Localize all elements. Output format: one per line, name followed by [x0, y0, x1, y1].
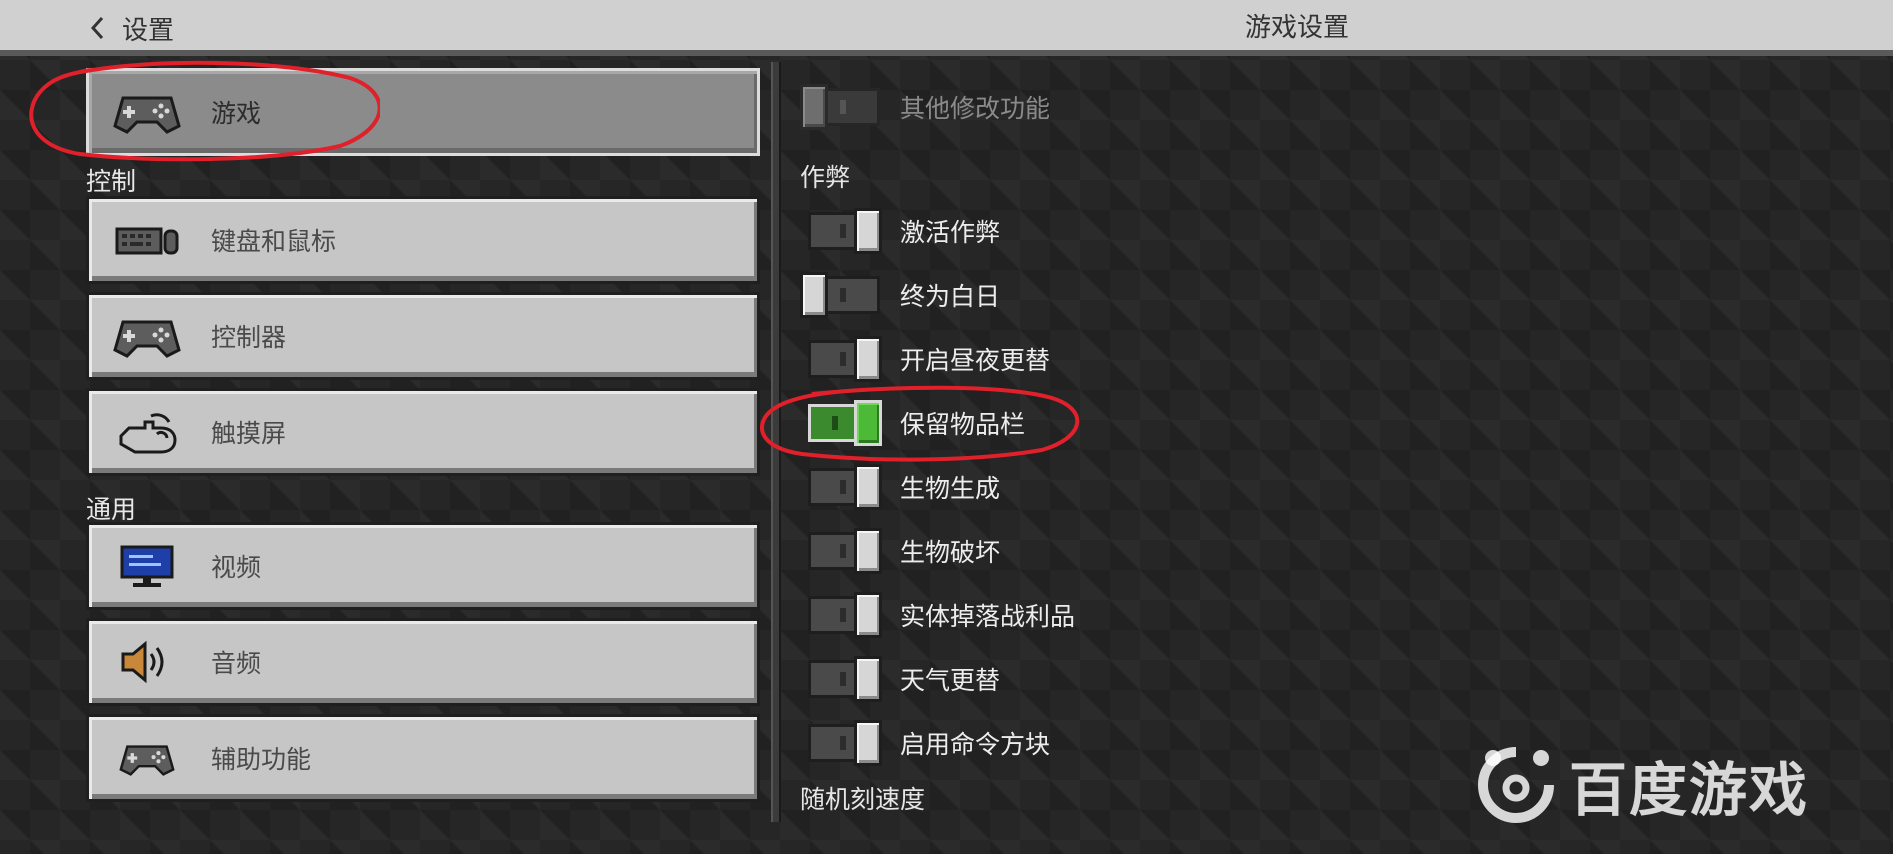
toggle-label: 启用命令方块: [900, 730, 1051, 759]
sidebar-item-touchscreen[interactable]: 触摸屏: [86, 388, 760, 476]
toggle-label: 激活作弊: [900, 218, 1001, 247]
section-title-cheats: 作弊: [800, 163, 851, 192]
sidebar-item-label: 辅助功能: [211, 745, 312, 774]
toggle-switch[interactable]: [800, 528, 882, 574]
toggle-label: 终为白日: [900, 282, 1001, 311]
toggle-row-keep-inventory: 保留物品栏: [800, 398, 1025, 448]
monitor-icon: [107, 536, 187, 596]
toggle-row-command-blocks: 启用命令方块: [800, 718, 1050, 768]
sidebar-item-accessibility[interactable]: 辅助功能: [86, 714, 760, 802]
section-title-random-tick-speed: 随机刻速度: [800, 785, 926, 814]
touch-hand-icon: [107, 402, 187, 462]
top-bar: 设置 游戏设置: [0, 0, 1893, 56]
watermark: 百度游戏: [1475, 740, 1809, 830]
toggle-switch[interactable]: [800, 720, 882, 766]
controller-icon: [107, 728, 187, 788]
back-label: 设置: [122, 15, 175, 46]
toggle-row-always-day: 终为白日: [800, 270, 1000, 320]
sidebar-item-label: 控制器: [211, 323, 287, 352]
watermark-text: 百度游戏: [1569, 756, 1810, 824]
chevron-left-icon: [90, 16, 104, 40]
controller-icon: [107, 82, 187, 142]
toggle-switch[interactable]: [800, 464, 882, 510]
panel-divider: [771, 62, 781, 822]
toggle-row-activate-cheats: 激活作弊: [800, 206, 1000, 256]
sidebar-item-controller[interactable]: 控制器: [86, 292, 760, 380]
toggle-switch[interactable]: [800, 336, 882, 382]
speaker-icon: [107, 632, 187, 692]
page-title: 游戏设置: [1245, 13, 1350, 43]
toggle-label: 保留物品栏: [900, 410, 1026, 439]
toggle-label: 天气更替: [900, 666, 1001, 695]
toggle-switch[interactable]: [800, 208, 882, 254]
section-title-controls: 控制: [86, 167, 137, 196]
keyboard-mouse-icon: [107, 210, 187, 270]
sidebar-item-label: 触摸屏: [211, 419, 287, 448]
controller-icon: [107, 306, 187, 366]
toggle-row-mob-spawning: 生物生成: [800, 462, 1000, 512]
toggle-row-other-modification: 其他修改功能: [800, 82, 1050, 132]
sidebar-item-label: 键盘和鼠标: [211, 227, 337, 256]
toggle-switch[interactable]: [800, 592, 882, 638]
toggle-switch[interactable]: [800, 400, 882, 446]
sidebar-item-audio[interactable]: 音频: [86, 618, 760, 706]
toggle-switch[interactable]: [800, 84, 882, 130]
sidebar-item-label: 视频: [211, 553, 262, 582]
toggle-row-entity-drops: 实体掉落战利品: [800, 590, 1075, 640]
sidebar-item-game[interactable]: 游戏: [86, 68, 760, 156]
sidebar-item-label: 音频: [211, 649, 262, 678]
toggle-label: 生物破坏: [900, 538, 1001, 567]
section-title-general: 通用: [86, 495, 137, 524]
settings-panel: 其他修改功能 作弊 激活作弊 终为白日 开启昼夜更替 保留物品栏 生物生成 生物…: [790, 62, 1890, 822]
baidu-game-logo-icon: [1478, 747, 1554, 823]
toggle-row-mob-griefing: 生物破坏: [800, 526, 1000, 576]
toggle-label: 实体掉落战利品: [900, 602, 1076, 631]
sidebar-item-keyboard-mouse[interactable]: 键盘和鼠标: [86, 196, 760, 284]
toggle-row-daylight-cycle: 开启昼夜更替: [800, 334, 1050, 384]
toggle-label: 生物生成: [900, 474, 1001, 503]
back-button[interactable]: 设置: [88, 8, 174, 48]
toggle-label: 其他修改功能: [900, 94, 1051, 123]
toggle-row-weather-cycle: 天气更替: [800, 654, 1000, 704]
toggle-switch[interactable]: [800, 272, 882, 318]
sidebar-item-label: 游戏: [211, 99, 262, 128]
toggle-switch[interactable]: [800, 656, 882, 702]
sidebar-item-video[interactable]: 视频: [86, 522, 760, 610]
toggle-label: 开启昼夜更替: [900, 346, 1051, 375]
